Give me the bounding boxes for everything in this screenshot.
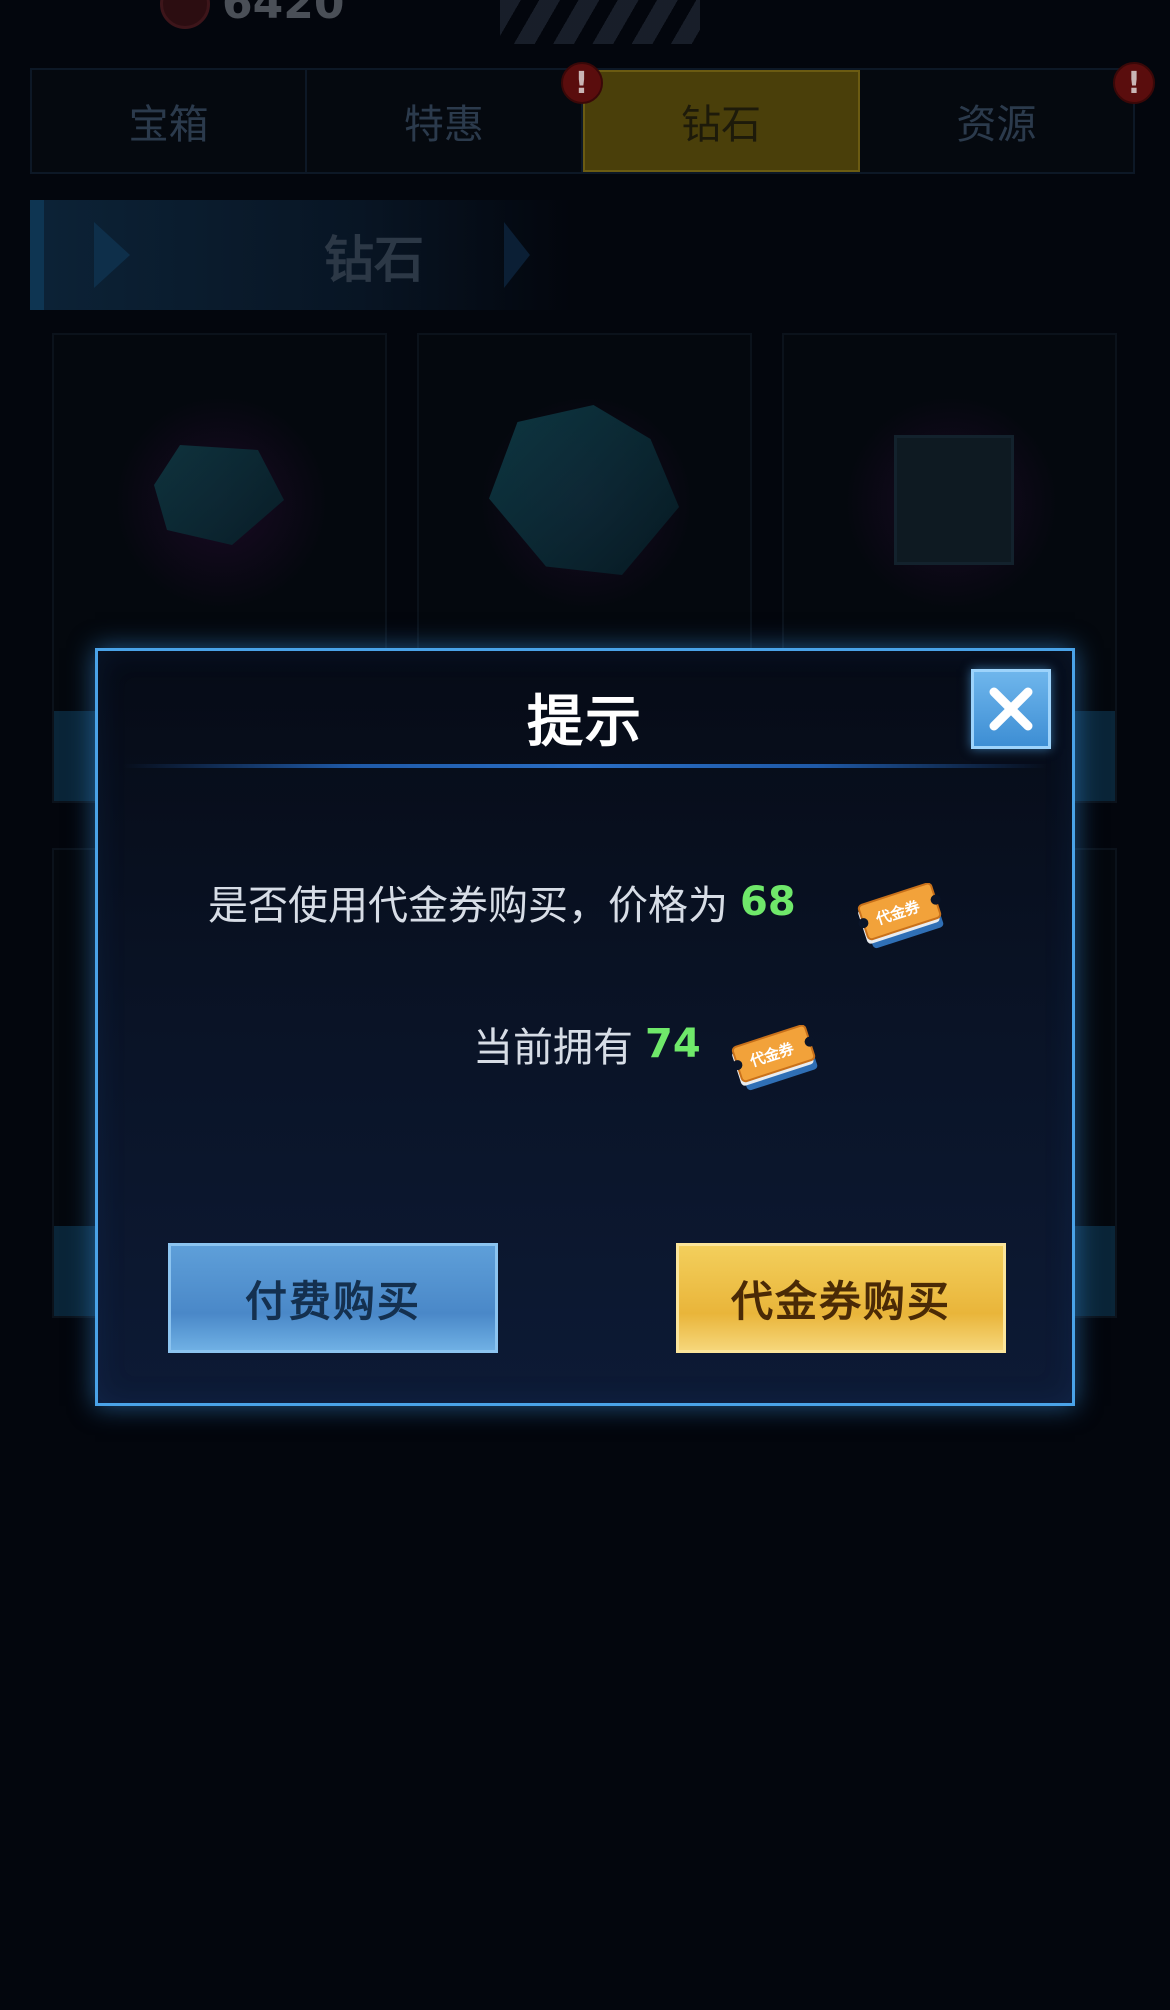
pay-purchase-button[interactable]: 付费购买	[168, 1243, 498, 1353]
currency-display: 6420	[160, 0, 344, 29]
tab-label: 宝箱	[128, 102, 209, 148]
shop-tabs: 宝箱 特惠 ! 钻石 资源 !	[30, 62, 1155, 174]
price-message-text: 是否使用代金券购买，价格为	[208, 883, 728, 929]
close-button[interactable]	[971, 669, 1051, 749]
alert-badge-icon: !	[560, 62, 603, 104]
tab-special-offer[interactable]: 特惠 !	[307, 62, 603, 172]
owned-message-text: 当前拥有	[473, 1025, 633, 1071]
owned-value: 74	[645, 1021, 701, 1067]
voucher-ticket-icon: 代金券	[856, 882, 948, 955]
tab-diamond[interactable]: 钻石	[582, 70, 860, 172]
gift-box-gems-icon	[894, 435, 1014, 565]
tab-label: 特惠	[403, 102, 484, 148]
currency-amount: 6420	[222, 0, 345, 29]
dialog-title: 提示	[527, 690, 643, 755]
section-title: 钻石	[324, 231, 424, 289]
price-message: 是否使用代金券购买，价格为 68	[208, 873, 796, 931]
alert-badge-icon: !	[1113, 62, 1155, 104]
voucher-ticket-icon: 代金券	[730, 1024, 822, 1097]
tab-resources[interactable]: 资源 !	[859, 62, 1155, 172]
voucher-purchase-dialog: 提示 是否使用代金券购买，价格为 68 代金券 当前拥有 74 代金券 付费购买…	[95, 648, 1075, 1406]
title-divider	[123, 764, 1047, 768]
top-bar: 6420	[0, 0, 1170, 60]
section-header: 钻石	[30, 200, 570, 310]
currency-icon	[160, 0, 210, 29]
owned-message: 当前拥有 74	[473, 1015, 701, 1073]
arrow-right-icon	[504, 222, 530, 288]
shop-screen: 6420 宝箱 特惠 ! 钻石 资源 ! 钻石 提示 是否使用代金券购买，价格为…	[0, 0, 1170, 2010]
voucher-purchase-button[interactable]: 代金券购买	[676, 1243, 1006, 1353]
header-decoration	[500, 0, 700, 44]
tab-label: 资源	[956, 102, 1037, 148]
price-value: 68	[740, 879, 796, 925]
close-icon	[989, 687, 1033, 731]
tab-chest[interactable]: 宝箱	[32, 70, 308, 172]
tab-label: 钻石	[681, 102, 762, 148]
arrow-left-icon	[94, 222, 130, 288]
